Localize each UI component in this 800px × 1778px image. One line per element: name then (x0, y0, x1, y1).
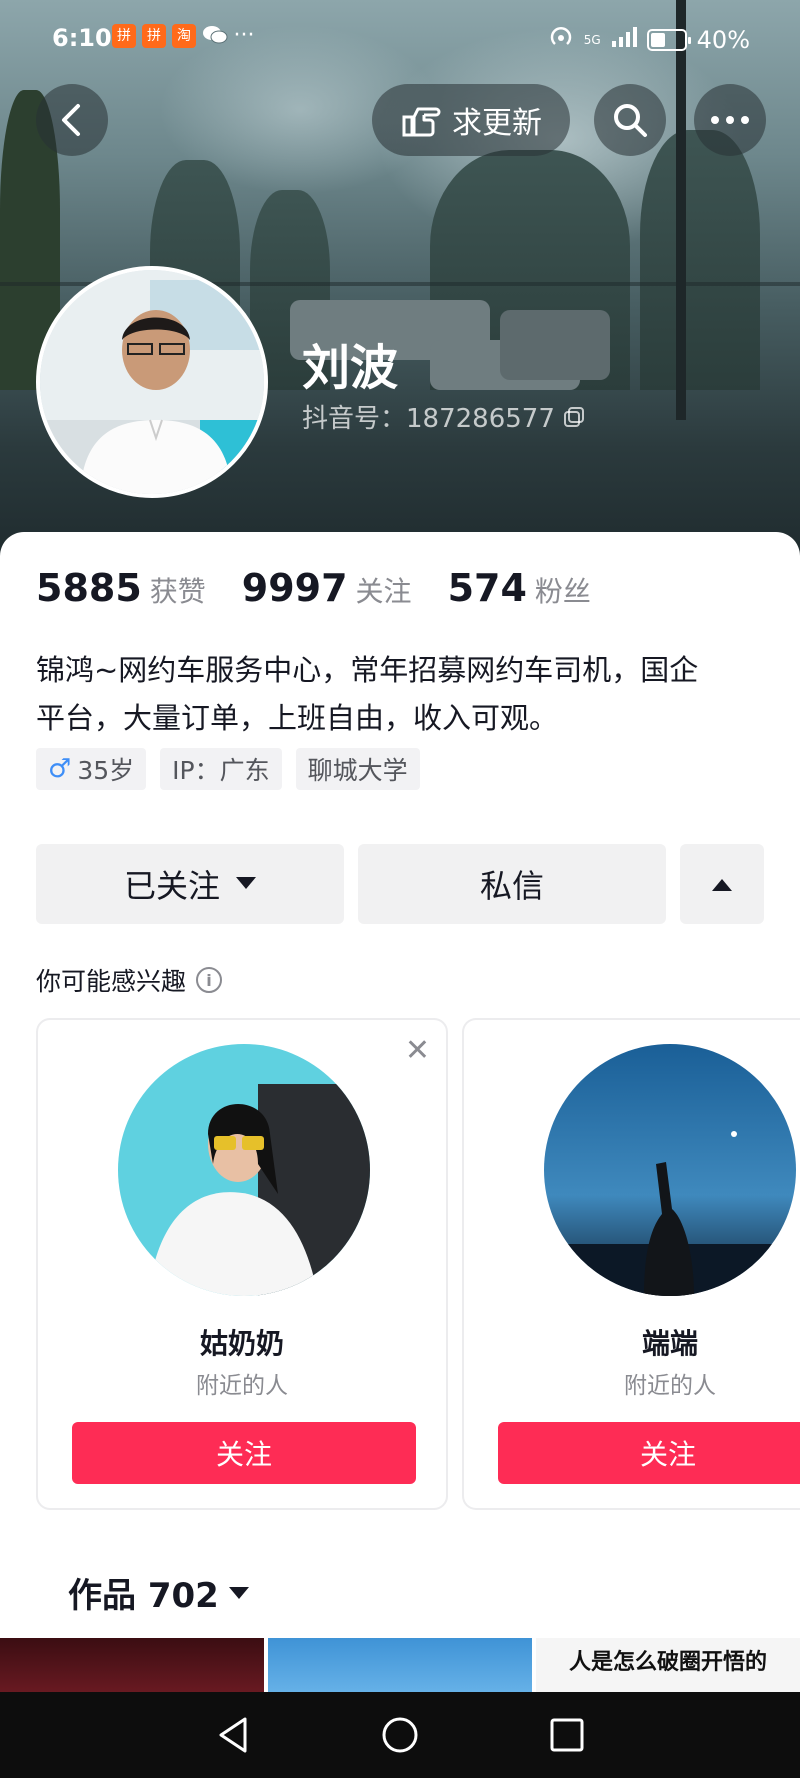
message-button[interactable]: 私信 (358, 844, 666, 924)
video-thumbnail[interactable] (268, 1638, 532, 1694)
request-update-label: 求更新 (452, 106, 542, 141)
taobao-icon: 淘 (172, 24, 196, 48)
suggestion-name: 端端 (641, 1327, 698, 1360)
stat-label: 获赞 (149, 575, 206, 608)
suggestion-photo (544, 1044, 796, 1296)
suggestion-subtitle: 附近的人 (196, 1373, 288, 1399)
wechat-icon (202, 24, 228, 48)
school-label: 聊城大学 (307, 756, 408, 785)
thumbnail-caption: 人是怎么破圈开悟的 (568, 1650, 767, 1675)
profile-tags: ♂ 35岁 IP：广东 聊城大学 (36, 748, 420, 790)
home-nav-icon[interactable] (380, 1715, 420, 1755)
back-nav-icon[interactable] (215, 1715, 251, 1755)
stat-followers[interactable]: 574 粉丝 (448, 566, 591, 610)
caret-up-icon (712, 879, 732, 891)
ip-tag: IP：广东 (160, 748, 282, 790)
profile-stats: 5885 获赞 9997 关注 574 粉丝 (36, 566, 627, 610)
hotspot-icon (548, 24, 574, 56)
suggestion-subtitle: 附近的人 (624, 1373, 716, 1399)
recents-nav-icon[interactable] (549, 1717, 585, 1753)
stat-value: 574 (447, 566, 527, 610)
status-bar: 6:10 拼 拼 淘 ··· 5G 40% (0, 0, 800, 76)
age-label: 35岁 (77, 756, 135, 785)
suggestions-title-text: 你可能感兴趣 (36, 967, 187, 996)
works-tab[interactable]: 作品 702 (68, 1568, 249, 1617)
chevron-left-icon (62, 104, 80, 136)
video-thumbnail[interactable] (0, 1638, 264, 1694)
ip-label: IP：广东 (172, 756, 270, 785)
suggestion-avatar[interactable] (118, 1044, 370, 1296)
caret-down-icon (228, 1586, 249, 1599)
suggestion-card[interactable]: 端端 附近的人 关注 (462, 1018, 800, 1510)
pinduoduo-icon: 拼 (142, 24, 166, 48)
suggestion-follow-button[interactable]: 关注 (72, 1422, 416, 1484)
banner-scenery (500, 310, 610, 380)
douyin-id[interactable]: 抖音号：187286577 (302, 398, 585, 435)
douyin-id-text: 抖音号：187286577 (302, 404, 555, 434)
avatar-photo (40, 270, 264, 494)
male-icon: ♂ (48, 754, 72, 784)
suggestion-photo (118, 1044, 370, 1296)
video-thumbnail[interactable]: 人是怎么破圈开悟的 (536, 1638, 800, 1694)
suggestion-card[interactable]: ✕ 姑奶奶 附近的人 关注 (36, 1018, 448, 1510)
copy-icon[interactable] (563, 406, 585, 428)
close-icon[interactable]: ✕ (405, 1036, 430, 1066)
suggestion-name: 姑奶奶 (199, 1327, 284, 1360)
battery-icon (646, 29, 691, 51)
stat-likes[interactable]: 5885 获赞 (36, 566, 206, 610)
profile-name: 刘波 (302, 340, 399, 396)
works-label: 作品 702 (68, 1576, 219, 1616)
status-time: 6:10 (52, 24, 112, 52)
stat-value: 9997 (241, 566, 348, 610)
banner-scenery (640, 130, 760, 390)
profile-avatar[interactable] (36, 266, 268, 498)
followed-label: 已关注 (123, 867, 220, 905)
info-icon[interactable]: i (196, 967, 223, 993)
battery-percent: 40% (696, 26, 750, 54)
followed-button[interactable]: 已关注 (36, 844, 344, 924)
stat-label: 粉丝 (534, 575, 591, 608)
more-button[interactable] (694, 84, 766, 156)
bio-line: 锦鸿~网约车服务中心，常年招募网约车司机，国企 (36, 653, 699, 687)
status-more: ··· (233, 23, 255, 48)
bio-line: 平台，大量订单，上班自由，收入可观。 (36, 701, 559, 735)
stat-following[interactable]: 9997 关注 (242, 566, 412, 610)
back-button[interactable] (36, 84, 108, 156)
request-update-button[interactable]: 求更新 (372, 84, 570, 156)
suggestions-title: 你可能感兴趣 i (36, 962, 223, 998)
caret-down-icon (236, 877, 256, 889)
network-label: 5G (583, 33, 601, 47)
profile-bio: 锦鸿~网约车服务中心，常年招募网约车司机，国企 平台，大量订单，上班自由，收入可… (36, 646, 766, 742)
suggestion-avatar[interactable] (544, 1044, 796, 1296)
collapse-suggestions-button[interactable] (680, 844, 764, 924)
system-nav-bar (0, 1692, 800, 1778)
pointing-hand-icon (402, 107, 441, 137)
suggestion-follow-button[interactable]: 关注 (498, 1422, 800, 1484)
more-dots-icon (711, 116, 749, 124)
status-right-icons: 5G 40% (548, 24, 750, 56)
stat-label: 关注 (355, 575, 412, 608)
pinduoduo-icon: 拼 (112, 24, 136, 48)
search-button[interactable] (594, 84, 666, 156)
message-label: 私信 (479, 867, 544, 905)
stat-value: 5885 (36, 566, 142, 610)
search-icon (614, 104, 647, 137)
status-app-icons: 拼 拼 淘 ··· (112, 24, 256, 48)
signal-icon (611, 26, 637, 54)
school-tag[interactable]: 聊城大学 (295, 748, 420, 790)
age-tag: ♂ 35岁 (36, 748, 147, 790)
